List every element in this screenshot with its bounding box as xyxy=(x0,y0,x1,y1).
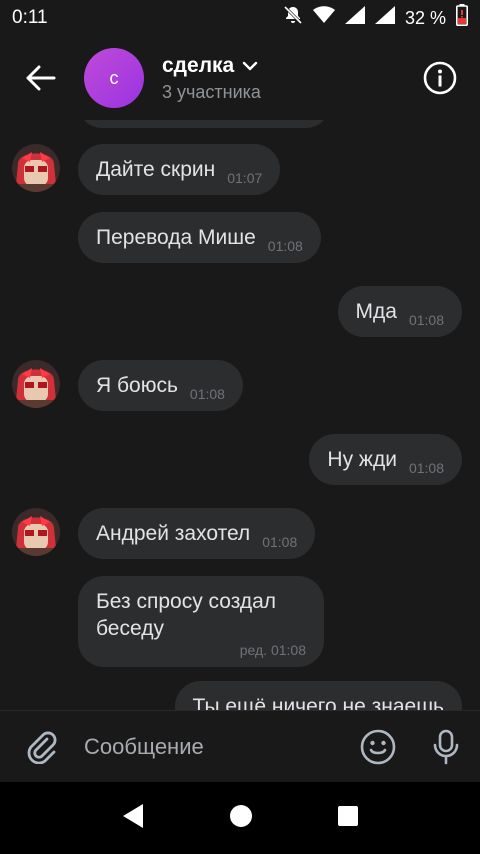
message-text: Мда xyxy=(355,300,397,323)
sender-avatar[interactable] xyxy=(12,508,60,556)
sender-avatar[interactable] xyxy=(12,144,60,192)
notifications-off-icon xyxy=(283,5,303,31)
avatar-image xyxy=(12,360,60,408)
message-bubble-in[interactable]: Перевода Мише 01:08 xyxy=(78,212,321,264)
triangle-back-icon xyxy=(123,803,143,828)
message-list[interactable]: Дайте скрин 01:07 Перевода Мише 01:08 Мд… xyxy=(0,120,480,710)
smile-icon xyxy=(360,729,396,764)
message-text: Ты ещё ничего не знаешь xyxy=(192,695,444,710)
back-button[interactable] xyxy=(0,36,82,120)
message-bubble-in[interactable]: Дайте скрин 01:07 xyxy=(78,144,281,196)
info-button[interactable] xyxy=(410,36,470,120)
message-text: Андрей захотел xyxy=(96,522,251,545)
chat-title: сделка xyxy=(162,53,235,77)
voice-message-button[interactable] xyxy=(412,729,480,765)
message-time: 01:08 xyxy=(267,238,303,255)
message-time: ред. 01:08 xyxy=(239,641,306,658)
message-time: 01:08 xyxy=(262,534,298,551)
avatar-image xyxy=(12,144,60,192)
message-bubble-out[interactable]: Ну жди 01:08 xyxy=(309,434,462,486)
message-bubble-in[interactable]: Андрей захотел 01:08 xyxy=(78,508,316,560)
chat-avatar-letter: с xyxy=(109,67,119,88)
system-nav-bar xyxy=(0,782,480,854)
message-time: 01:07 xyxy=(227,170,263,187)
paperclip-icon xyxy=(27,731,57,764)
message-composer: Сообщение xyxy=(0,710,480,782)
nav-home-button[interactable] xyxy=(229,804,253,833)
signal-icon xyxy=(344,6,365,30)
message-time: 01:08 xyxy=(408,460,444,477)
message-text: Без спросу создал беседу xyxy=(96,590,277,641)
battery-percent: 32 % xyxy=(404,7,446,28)
message-bubble-out[interactable]: Мда 01:08 xyxy=(337,286,462,338)
message-bubble-in[interactable]: Без спросу создал беседу ред. 01:08 xyxy=(78,576,324,667)
chat-subtitle: 3 участника xyxy=(162,81,261,102)
chat-avatar[interactable]: с xyxy=(84,48,144,108)
emoji-button[interactable] xyxy=(344,729,412,765)
message-time: 01:08 xyxy=(408,312,444,329)
nav-recents-button[interactable] xyxy=(337,805,359,832)
wifi-icon xyxy=(312,6,335,30)
signal-icon-2 xyxy=(374,6,395,30)
chat-title-block[interactable]: сделка 3 участника xyxy=(162,54,410,103)
info-icon xyxy=(423,61,457,95)
nav-back-button[interactable] xyxy=(121,803,145,834)
message-text: Перевода Мише xyxy=(96,226,256,249)
circle-home-icon xyxy=(230,804,252,827)
status-bar: 0:11 32 % xyxy=(0,0,480,36)
attach-button[interactable] xyxy=(0,730,84,764)
square-recents-icon xyxy=(338,805,358,826)
message-input[interactable]: Сообщение xyxy=(84,734,344,760)
chevron-down-icon xyxy=(243,61,258,70)
message-text: Я боюсь xyxy=(96,374,178,397)
message-bubble-in[interactable]: Я боюсь 01:08 xyxy=(78,360,243,412)
message-bubble-partial xyxy=(78,120,330,128)
message-text: Ну жди xyxy=(327,448,397,471)
microphone-icon xyxy=(433,729,459,764)
status-time: 0:11 xyxy=(12,7,48,28)
sender-avatar[interactable] xyxy=(12,360,60,408)
battery-icon xyxy=(456,4,468,32)
message-time: 01:08 xyxy=(189,386,225,403)
chat-header: с сделка 3 участника xyxy=(0,36,480,120)
message-text: Дайте скрин xyxy=(96,158,216,181)
arrow-left-icon xyxy=(26,65,56,91)
message-bubble-out[interactable]: Ты ещё ничего не знаешь xyxy=(174,681,462,710)
avatar-image xyxy=(12,508,60,556)
